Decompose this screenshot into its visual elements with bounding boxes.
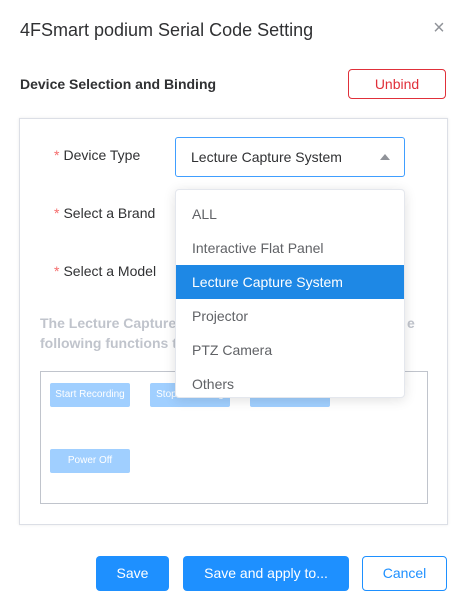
dropdown-option-others[interactable]: Others bbox=[176, 367, 404, 401]
brand-text: Select a Brand bbox=[63, 205, 156, 221]
save-button[interactable]: Save bbox=[96, 556, 169, 591]
serial-code-dialog: 4FSmart podium Serial Code Setting × Dev… bbox=[0, 0, 466, 612]
device-type-select[interactable]: Lecture Capture System bbox=[175, 137, 405, 177]
dialog-title: 4FSmart podium Serial Code Setting bbox=[20, 20, 314, 40]
device-type-dropdown: ALL Interactive Flat Panel Lecture Captu… bbox=[175, 189, 405, 398]
required-mark: * bbox=[54, 147, 60, 163]
stop-recording-label-start: Stop bbox=[156, 389, 177, 400]
dropdown-option-interactive-flat-panel[interactable]: Interactive Flat Panel bbox=[176, 231, 404, 265]
cancel-button[interactable]: Cancel bbox=[362, 556, 447, 591]
chevron-up-icon bbox=[380, 154, 390, 160]
power-off-button[interactable]: Power Off bbox=[50, 449, 130, 473]
brand-label: * Select a Brand bbox=[54, 205, 155, 221]
unbind-button[interactable]: Unbind bbox=[348, 69, 446, 99]
dropdown-option-all[interactable]: ALL bbox=[176, 197, 404, 231]
save-and-apply-button[interactable]: Save and apply to... bbox=[183, 556, 349, 591]
required-mark: * bbox=[54, 205, 60, 221]
device-type-label: * Device Type bbox=[54, 147, 140, 163]
description-line1: The Lecture Capture bbox=[40, 315, 177, 331]
start-recording-button[interactable]: Start Recording bbox=[50, 383, 130, 407]
required-mark: * bbox=[54, 263, 60, 279]
dropdown-option-projector[interactable]: Projector bbox=[176, 299, 404, 333]
device-type-text: Device Type bbox=[63, 147, 141, 163]
dropdown-option-ptz-camera[interactable]: PTZ Camera bbox=[176, 333, 404, 367]
device-type-value: Lecture Capture System bbox=[191, 149, 342, 165]
model-label: * Select a Model bbox=[54, 263, 156, 279]
section-label: Device Selection and Binding bbox=[20, 76, 217, 92]
dropdown-option-lecture-capture-system[interactable]: Lecture Capture System bbox=[176, 265, 404, 299]
description-line1-tail: e bbox=[407, 315, 415, 331]
close-icon[interactable]: × bbox=[429, 18, 449, 38]
model-text: Select a Model bbox=[63, 263, 157, 279]
